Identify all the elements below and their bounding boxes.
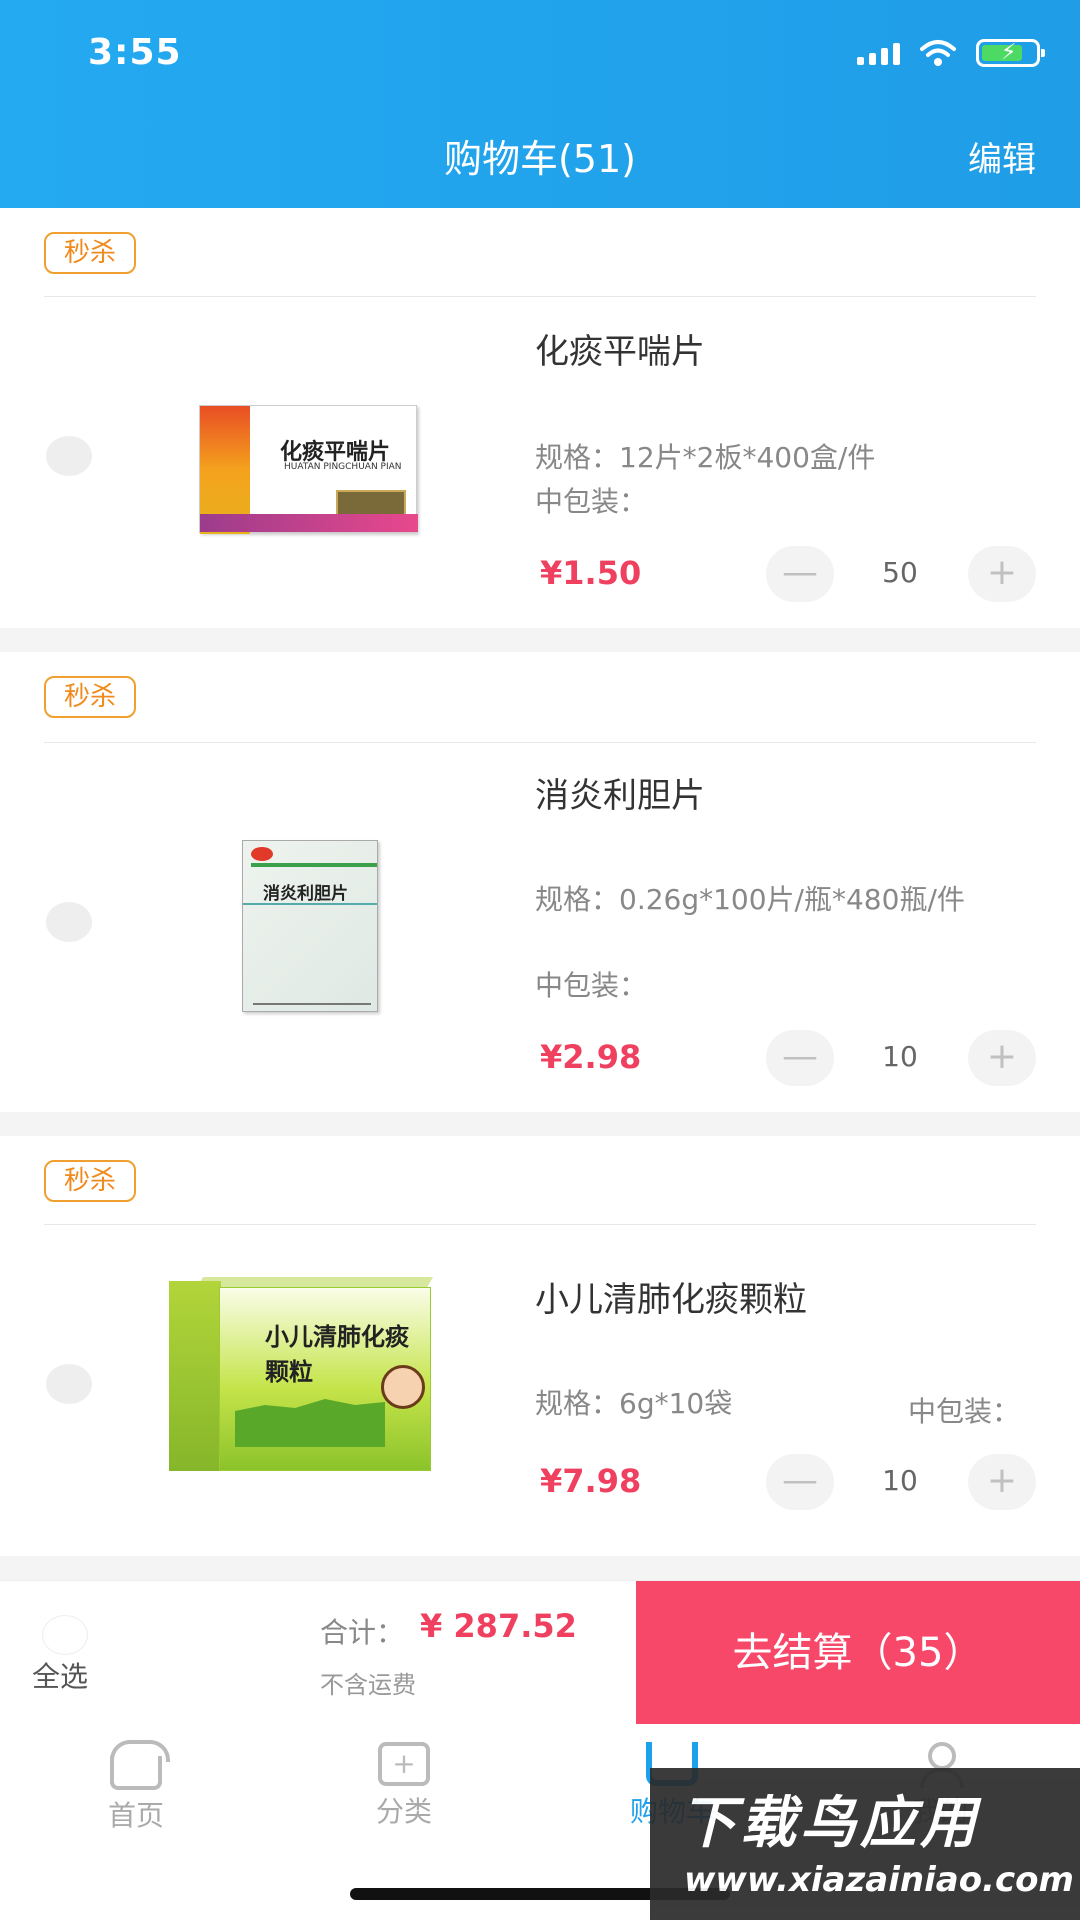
tab-category[interactable]: 分类: [304, 1742, 504, 1830]
increase-quantity-button[interactable]: +: [968, 1030, 1036, 1086]
item-select-checkbox[interactable]: [46, 436, 92, 476]
category-icon: [378, 1742, 430, 1786]
status-icons: ⚡: [857, 38, 1045, 68]
flash-sale-tag: 秒杀: [44, 676, 136, 718]
item-select-checkbox[interactable]: [46, 902, 92, 942]
watermark-url: www.xiazainiao.com: [684, 1860, 1074, 1900]
divider: [44, 1224, 1036, 1225]
product-spec: 规格：0.26g*100片/瓶*480瓶/件: [535, 883, 965, 916]
flash-sale-tag: 秒杀: [44, 1160, 136, 1202]
mid-pack: 中包装：: [535, 485, 648, 518]
tab-label: 分类: [375, 1795, 432, 1828]
watermark: 下载鸟应用 www.xiazainiao.com: [650, 1768, 1080, 1920]
quantity-value[interactable]: 10: [840, 1040, 960, 1073]
mid-pack: 中包装：: [535, 969, 648, 1002]
edit-button[interactable]: 编辑: [968, 132, 1036, 181]
product-spec: 规格：6g*10袋: [535, 1387, 733, 1420]
status-time: 3:55: [88, 32, 182, 73]
quantity-value[interactable]: 10: [840, 1464, 960, 1497]
mid-pack: 中包装：: [907, 1395, 1020, 1428]
select-all-label[interactable]: 全选: [32, 1655, 88, 1695]
product-name[interactable]: 小儿清肺化痰颗粒: [535, 1272, 807, 1321]
cart-item: 秒杀 化痰平喘片 HUATAN PINGCHUAN PIAN 化痰平喘片 规格：…: [0, 208, 1080, 628]
home-icon: [110, 1740, 170, 1790]
product-price: ¥7.98: [540, 1462, 642, 1500]
signal-icon: [857, 41, 900, 65]
cart-item: 秒杀 消炎利胆片 消炎利胆片 规格：0.26g*100片/瓶*480瓶/件 中包…: [0, 652, 1080, 1112]
decrease-quantity-button[interactable]: —: [766, 1030, 834, 1086]
watermark-title: 下载鸟应用: [680, 1791, 980, 1856]
tab-label: 首页: [107, 1799, 164, 1832]
checkout-bar: 全选 合计： ¥ 287.52 不含运费 去结算（35）: [0, 1580, 1080, 1725]
decrease-quantity-button[interactable]: —: [766, 1454, 834, 1510]
battery-icon: ⚡: [976, 39, 1045, 67]
select-all-checkbox[interactable]: [42, 1615, 88, 1655]
product-image[interactable]: 消炎利胆片: [230, 836, 390, 1016]
product-name[interactable]: 化痰平喘片: [535, 324, 705, 373]
divider: [44, 742, 1036, 743]
increase-quantity-button[interactable]: +: [968, 546, 1036, 602]
decrease-quantity-button[interactable]: —: [766, 546, 834, 602]
divider: [44, 296, 1036, 297]
cart-item: 秒杀 小儿清肺化痰颗粒 小儿清肺化痰颗粒 规格：6g*10袋 中包装： ¥7.9…: [0, 1136, 1080, 1556]
product-image[interactable]: 小儿清肺化痰颗粒: [140, 1270, 460, 1480]
total-label: 合计：: [320, 1616, 405, 1649]
increase-quantity-button[interactable]: +: [968, 1454, 1036, 1510]
shipping-note: 不含运费: [320, 1671, 416, 1699]
product-image[interactable]: 化痰平喘片 HUATAN PINGCHUAN PIAN: [178, 394, 438, 544]
app-header: 3:55 ⚡ 购物车(51) 编辑: [0, 0, 1080, 208]
quantity-value[interactable]: 50: [840, 556, 960, 589]
page-title: 购物车(51): [443, 137, 636, 181]
tab-home[interactable]: 首页: [36, 1740, 236, 1834]
product-name[interactable]: 消炎利胆片: [535, 768, 705, 817]
wifi-icon: [920, 40, 956, 66]
product-price: ¥1.50: [540, 554, 642, 592]
checkout-button[interactable]: 去结算（35）: [636, 1581, 1080, 1725]
total-value: ¥ 287.52: [420, 1607, 577, 1645]
item-select-checkbox[interactable]: [46, 1364, 92, 1404]
product-price: ¥2.98: [540, 1038, 642, 1076]
flash-sale-tag: 秒杀: [44, 232, 136, 274]
product-spec: 规格：12片*2板*400盒/件: [535, 441, 876, 474]
